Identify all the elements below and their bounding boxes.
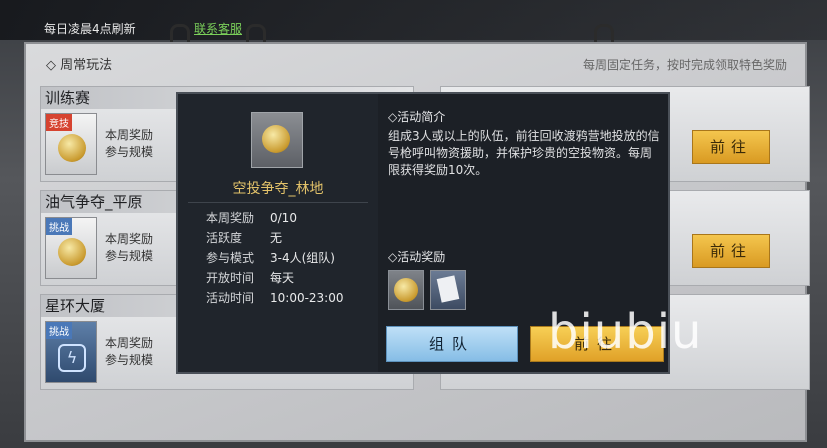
info-value: 每天: [270, 271, 295, 285]
info-row: 活跃度 无: [206, 228, 344, 248]
weekly-reward-label: 本周奖励: [105, 128, 154, 142]
activity-thumb: 竞技: [45, 113, 97, 175]
reward-title-text: 活动奖励: [397, 250, 446, 264]
top-bar: 每日凌晨4点刷新 联系客服: [0, 0, 827, 40]
info-key: 开放时间: [206, 271, 255, 285]
intro-text: 组成3人或以上的队伍，前往回收渡鸦营地投放的信号枪呼叫物资援助，并保护珍贵的空投…: [388, 129, 660, 177]
activity-lines: 本周奖励 参与规模: [105, 335, 153, 369]
info-row: 开放时间 每天: [206, 268, 344, 288]
board-title: ◇ 周常玩法: [46, 58, 113, 73]
participation-label: 参与规模: [105, 353, 154, 367]
reward-item[interactable]: [430, 270, 466, 310]
info-value: 0/10: [270, 211, 297, 225]
coin-icon: [58, 238, 86, 266]
reward-title: ◇活动奖励: [388, 250, 446, 264]
info-key: 活动时间: [206, 291, 255, 305]
weekly-reward-label: 本周奖励: [105, 336, 154, 350]
lightning-icon: ϟ: [58, 344, 86, 372]
participation-label: 参与规模: [105, 145, 154, 159]
info-value: 无: [270, 231, 283, 245]
coin-icon: [58, 134, 86, 162]
activity-thumb: 挑战: [45, 217, 97, 279]
refresh-notice: 每日凌晨4点刷新: [44, 22, 136, 36]
intro-title-text: 活动简介: [397, 110, 446, 124]
info-row: 活动时间 10:00-23:00: [206, 288, 344, 308]
activity-summary-panel: 空投争夺_林地 本周奖励 0/10 活跃度 无 参与模式 3-4人(组队) 开放时间 每…: [178, 94, 378, 372]
info-row: 参与模式 3-4人(组队): [206, 248, 344, 268]
participation-label: 参与规模: [105, 249, 154, 263]
go-button[interactable]: 前往: [692, 130, 770, 164]
info-key: 活跃度: [206, 231, 243, 245]
reward-item[interactable]: [388, 270, 424, 310]
activity-tag: 挑战: [46, 322, 72, 339]
board-title-text: 周常玩法: [60, 58, 113, 73]
activity-tag: 挑战: [46, 218, 72, 235]
document-icon: [436, 275, 460, 303]
intro-title: ◇活动简介: [388, 110, 446, 124]
info-row: 本周奖励 0/10: [206, 208, 344, 228]
coin-icon: [262, 125, 290, 153]
contact-service-link[interactable]: 联系客服: [194, 20, 242, 37]
team-up-button[interactable]: 组队: [386, 326, 518, 362]
activity-detail-panel: ◇活动简介 组成3人或以上的队伍，前往回收渡鸦营地投放的信号枪呼叫物资援助，并保…: [378, 94, 668, 372]
go-button[interactable]: 前往: [692, 234, 770, 268]
info-value: 3-4人(组队): [270, 251, 335, 265]
activity-thumb: 挑战 ϟ: [45, 321, 97, 383]
go-button[interactable]: 前往: [530, 326, 664, 362]
info-value: 10:00-23:00: [270, 291, 344, 305]
weekly-reward-label: 本周奖励: [105, 232, 154, 246]
coin-icon: [394, 278, 418, 302]
activity-icon: [251, 112, 303, 168]
activity-lines: 本周奖励 参与规模: [105, 231, 153, 265]
activity-lines: 本周奖励 参与规模: [105, 127, 153, 161]
activity-tag: 竞技: [46, 114, 72, 131]
info-key: 参与模式: [206, 251, 255, 265]
activity-name: 空投争夺_林地: [232, 181, 324, 197]
board-subtitle: 每周固定任务，按时完成领取特色奖励: [582, 58, 787, 72]
activity-info: 本周奖励 0/10 活跃度 无 参与模式 3-4人(组队) 开放时间 每天 活动时间 10…: [206, 208, 344, 308]
info-key: 本周奖励: [206, 211, 255, 225]
activity-detail-popup: 空投争夺_林地 本周奖励 0/10 活跃度 无 参与模式 3-4人(组队) 开放时间 每…: [176, 92, 670, 374]
divider: [188, 202, 368, 203]
